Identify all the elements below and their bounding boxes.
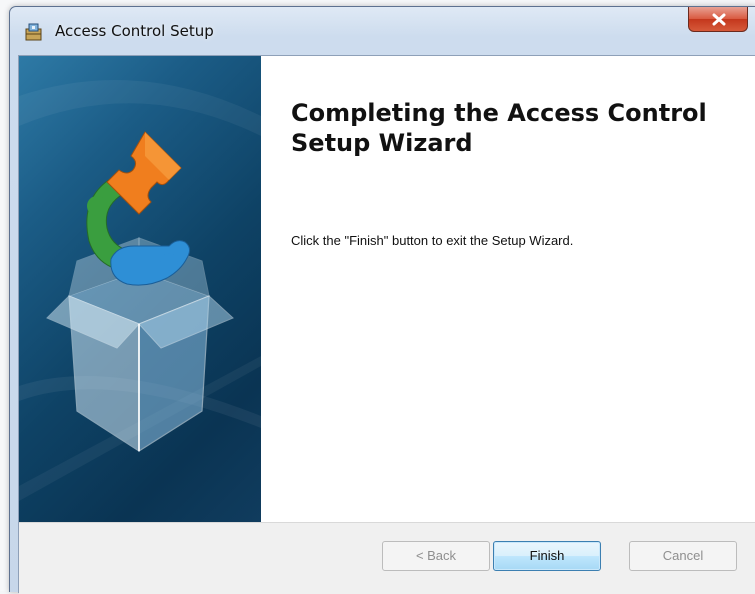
finish-button[interactable]: Finish: [493, 541, 601, 571]
wizard-banner: [19, 56, 261, 522]
page-title: Completing the Access Control Setup Wiza…: [291, 99, 707, 157]
close-icon: [712, 13, 726, 26]
window-title: Access Control Setup: [55, 22, 214, 40]
setup-window: Access Control Setup Completing the Acce…: [9, 6, 755, 594]
instruction-text: Click the "Finish" button to exit the Se…: [291, 233, 574, 248]
close-button[interactable]: [688, 7, 748, 32]
button-bar: < Back Finish Cancel: [19, 522, 755, 594]
wizard-client-area: Completing the Access Control Setup Wiza…: [18, 55, 755, 594]
back-button[interactable]: < Back: [382, 541, 490, 571]
puzzle-box-artwork: [19, 80, 261, 501]
setup-package-icon: [24, 22, 44, 42]
cancel-button[interactable]: Cancel: [629, 541, 737, 571]
title-bar[interactable]: Access Control Setup: [10, 7, 755, 55]
wizard-content: Completing the Access Control Setup Wiza…: [261, 56, 755, 522]
